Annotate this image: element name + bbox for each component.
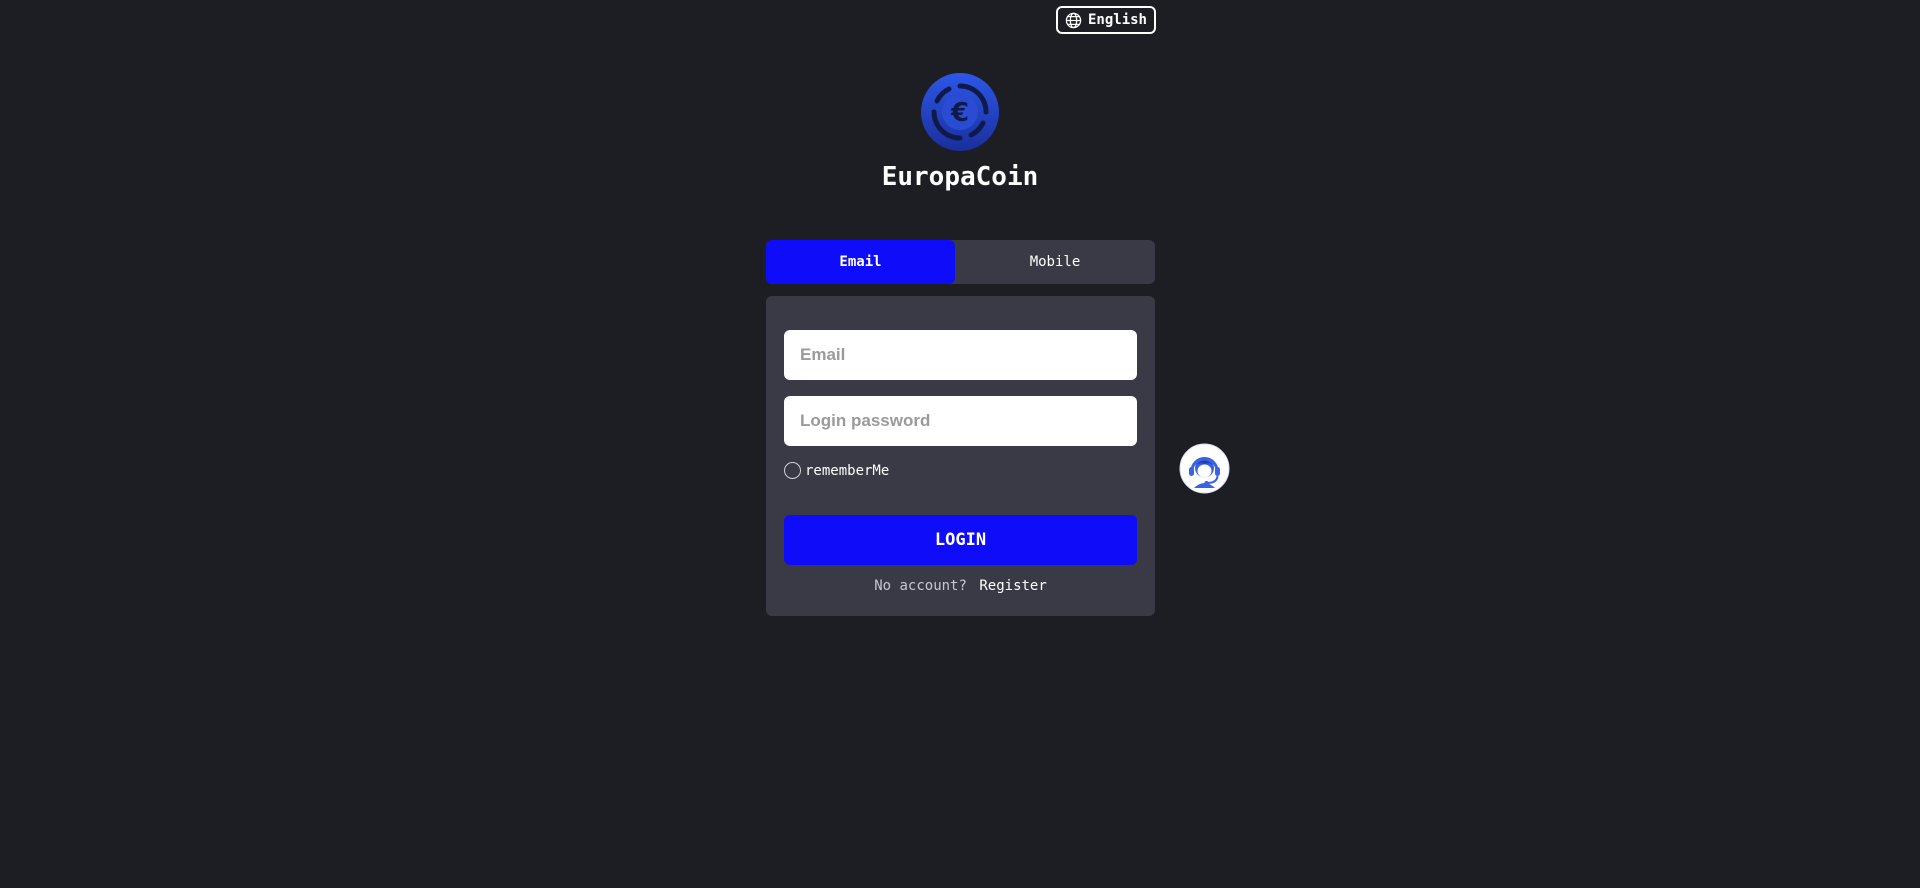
brand-name: EuropaCoin <box>881 162 1039 192</box>
svg-text:€: € <box>950 98 969 128</box>
login-method-tabs: Email Mobile <box>766 240 1155 284</box>
register-prompt: No account? <box>874 578 967 594</box>
login-button[interactable]: LOGIN <box>784 515 1137 565</box>
euro-coin-icon: € <box>921 73 999 151</box>
password-input[interactable] <box>784 396 1137 446</box>
login-form: rememberMe LOGIN No account? Register <box>766 296 1155 616</box>
tab-email[interactable]: Email <box>766 240 955 284</box>
remember-me-label: rememberMe <box>805 462 890 479</box>
login-page: English € EuropaCoin Email Mobile Email … <box>0 0 1920 888</box>
remember-me-checkbox[interactable]: rememberMe <box>784 462 889 479</box>
email-input[interactable] <box>784 330 1137 380</box>
register-link[interactable]: Register <box>979 578 1046 594</box>
customer-support-icon[interactable] <box>1179 443 1230 494</box>
remember-me-radio[interactable] <box>784 462 801 479</box>
globe-icon <box>1065 12 1082 29</box>
language-label: English <box>1087 12 1147 28</box>
language-selector-button[interactable]: English <box>1056 6 1156 34</box>
tab-mobile[interactable]: Mobile <box>955 240 1155 284</box>
register-row: No account? Register <box>766 578 1155 594</box>
